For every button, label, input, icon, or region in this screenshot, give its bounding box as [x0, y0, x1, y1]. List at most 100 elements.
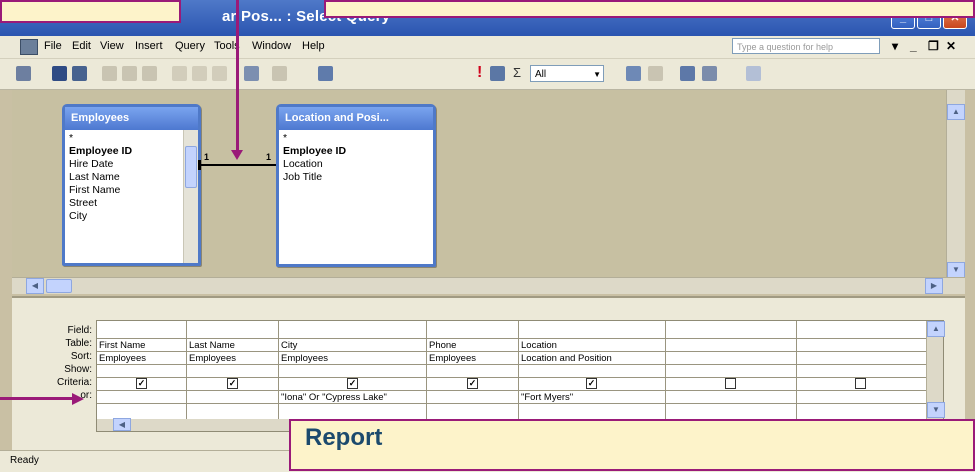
grid-column[interactable]: [666, 321, 797, 430]
field-list-item[interactable]: City: [65, 210, 198, 223]
grid-column[interactable]: Phone Employees ✓: [427, 321, 519, 430]
redo-icon[interactable]: [272, 66, 287, 81]
save-icon[interactable]: [52, 66, 67, 81]
menu-bar: File Edit View Insert Query Tools Window…: [0, 36, 975, 59]
menu-file[interactable]: File: [44, 40, 62, 52]
row-label-sort: Sort:: [70, 351, 92, 362]
top-values-value: All: [535, 69, 547, 80]
view-icon[interactable]: [16, 66, 31, 81]
scroll-up-icon[interactable]: ▲: [927, 321, 945, 337]
employees-table-title[interactable]: Employees: [65, 107, 198, 130]
build-icon[interactable]: [648, 66, 663, 81]
table-cell[interactable]: Employees: [189, 353, 236, 364]
scroll-thumb[interactable]: [46, 279, 72, 293]
print-preview-icon[interactable]: [122, 66, 137, 81]
field-list-item[interactable]: First Name: [65, 184, 198, 197]
scroll-up-icon[interactable]: ▲: [947, 104, 965, 120]
criteria-cell[interactable]: "Fort Myers": [521, 392, 573, 403]
grid-row-labels: Field: Table: Sort: Show: Criteria: or:: [12, 324, 94, 402]
field-list-item[interactable]: Location: [279, 158, 433, 171]
show-checkbox[interactable]: ✓: [227, 378, 238, 389]
show-checkbox[interactable]: ✓: [467, 378, 478, 389]
grid-column[interactable]: City Employees ✓ "Iona" Or "Cypress Lake…: [279, 321, 427, 430]
show-checkbox[interactable]: ✓: [586, 378, 597, 389]
show-checkbox[interactable]: ✓: [136, 378, 147, 389]
new-object-icon[interactable]: [702, 66, 717, 81]
menu-insert[interactable]: Insert: [135, 40, 163, 52]
dropdown-icon[interactable]: ▾: [892, 39, 898, 53]
menu-view[interactable]: View: [100, 40, 124, 52]
one-side-label-right: 1: [266, 152, 272, 162]
scroll-left-icon[interactable]: ◀: [113, 418, 131, 431]
properties-icon[interactable]: [626, 66, 641, 81]
query-type-icon[interactable]: [318, 66, 333, 81]
show-checkbox[interactable]: [725, 378, 736, 389]
show-checkbox[interactable]: ✓: [347, 378, 358, 389]
callout-arrow: [236, 0, 239, 150]
callout-top-left: [0, 0, 181, 23]
diagram-vertical-scrollbar[interactable]: ▲ ▼: [946, 90, 965, 294]
field-list-item[interactable]: Last Name: [65, 171, 198, 184]
scroll-thumb[interactable]: [185, 146, 197, 188]
field-list-item[interactable]: Employee ID: [279, 145, 433, 158]
spelling-icon[interactable]: [142, 66, 157, 81]
mdi-close-icon[interactable]: ✕: [946, 39, 956, 53]
row-label-show: Show:: [64, 364, 92, 375]
menu-query[interactable]: Query: [175, 40, 205, 52]
grid-column[interactable]: First Name Employees ✓: [97, 321, 187, 430]
undo-icon[interactable]: [244, 66, 259, 81]
menu-window[interactable]: Window: [252, 40, 291, 52]
totals-icon[interactable]: Σ: [513, 65, 521, 80]
query-design-toolbar: ! Σ All ▼: [0, 59, 975, 90]
grid-column[interactable]: [797, 321, 925, 430]
field-list-item[interactable]: Street: [65, 197, 198, 210]
scroll-left-icon[interactable]: ◀: [26, 278, 44, 294]
show-checkbox[interactable]: [855, 378, 866, 389]
help-icon[interactable]: [746, 66, 761, 81]
diagram-horizontal-scrollbar[interactable]: ◀ ▶: [12, 277, 965, 294]
field-list-item[interactable]: *: [65, 132, 198, 145]
scroll-right-icon[interactable]: ▶: [925, 278, 943, 294]
cut-icon[interactable]: [172, 66, 187, 81]
mdi-restore-icon[interactable]: ❐: [928, 39, 939, 53]
run-icon[interactable]: !: [477, 64, 482, 82]
grid-vertical-scrollbar[interactable]: ▲ ▼: [926, 321, 945, 430]
print-icon[interactable]: [102, 66, 117, 81]
field-list-item[interactable]: Job Title: [279, 171, 433, 184]
ask-question-input[interactable]: Type a question for help: [732, 38, 880, 54]
field-list-item[interactable]: *: [279, 132, 433, 145]
grid-column[interactable]: Last Name Employees ✓: [187, 321, 279, 430]
paste-icon[interactable]: [212, 66, 227, 81]
mdi-minimize-icon[interactable]: _: [910, 39, 917, 53]
table-cell[interactable]: Location and Position: [521, 353, 612, 364]
query-design-grid[interactable]: First Name Employees ✓ Last Name Employe…: [96, 320, 945, 432]
field-cell[interactable]: City: [281, 340, 297, 351]
search-icon[interactable]: [72, 66, 87, 81]
table-cell[interactable]: Employees: [429, 353, 476, 364]
table-cell[interactable]: Employees: [99, 353, 146, 364]
menu-edit[interactable]: Edit: [72, 40, 91, 52]
criteria-cell[interactable]: "Iona" Or "Cypress Lake": [281, 392, 387, 403]
location-table-title[interactable]: Location and Posi...: [279, 107, 433, 130]
scroll-down-icon[interactable]: ▼: [947, 262, 965, 278]
field-cell[interactable]: First Name: [99, 340, 145, 351]
location-table-window[interactable]: Location and Posi... * Employee ID Locat…: [276, 104, 436, 267]
menu-help[interactable]: Help: [302, 40, 325, 52]
criteria-arrow: [0, 397, 72, 400]
scroll-down-icon[interactable]: ▼: [927, 402, 945, 418]
top-values-select[interactable]: All ▼: [530, 65, 604, 82]
employees-table-window[interactable]: Employees * Employee ID Hire Date Last N…: [62, 104, 201, 266]
field-list-scrollbar[interactable]: [183, 130, 198, 263]
database-window-icon[interactable]: [680, 66, 695, 81]
field-list-item[interactable]: Hire Date: [65, 158, 198, 171]
field-cell[interactable]: Last Name: [189, 340, 235, 351]
access-app-icon[interactable]: [20, 39, 38, 55]
show-table-icon[interactable]: [490, 66, 505, 81]
grid-column[interactable]: Location Location and Position ✓ "Fort M…: [519, 321, 666, 430]
table-cell[interactable]: Employees: [281, 353, 328, 364]
copy-icon[interactable]: [192, 66, 207, 81]
field-cell[interactable]: Phone: [429, 340, 456, 351]
field-cell[interactable]: Location: [521, 340, 557, 351]
callout-report: Report: [289, 419, 975, 471]
field-list-item[interactable]: Employee ID: [65, 145, 198, 158]
